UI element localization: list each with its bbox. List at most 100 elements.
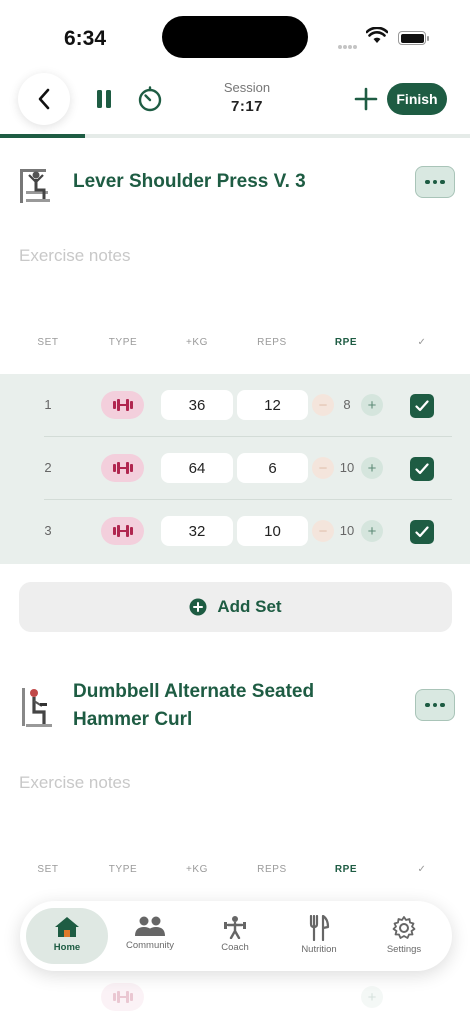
exercise-title[interactable]: Lever Shoulder Press V. 3	[73, 168, 306, 196]
set-complete-checkbox[interactable]	[410, 520, 434, 544]
session-label: Session	[223, 80, 271, 95]
exercise-title-line-1: Dumbbell Alternate Seated	[73, 681, 315, 702]
add-set-label: Add Set	[217, 597, 282, 616]
dumbbell-icon	[112, 991, 133, 1003]
stopwatch-icon	[138, 86, 162, 112]
wifi-icon	[365, 26, 389, 49]
tab-settings-label: Settings	[386, 944, 422, 955]
exercise-thumbnail[interactable]	[18, 684, 58, 727]
set-type-button[interactable]	[101, 983, 144, 1011]
chevron-left-icon	[38, 88, 50, 110]
exercise-more-button[interactable]	[415, 166, 455, 198]
checkmark-icon	[415, 400, 429, 412]
set-row: 1 36 12 − 8 +	[0, 374, 470, 437]
tab-home[interactable]: Home	[26, 908, 108, 964]
set-number[interactable]: 1	[38, 397, 58, 412]
set-complete-checkbox[interactable]	[410, 457, 434, 481]
tab-settings[interactable]: Settings	[363, 908, 445, 964]
exercise-notes-input[interactable]: Exercise notes	[19, 773, 131, 793]
workout-progress-fill	[0, 134, 85, 138]
rpe-decrement-button[interactable]: −	[312, 457, 334, 479]
back-button[interactable]	[18, 73, 70, 125]
col-rpe: RPE	[334, 337, 358, 348]
finish-button[interactable]: Finish	[387, 83, 447, 115]
tab-home-label: Home	[53, 942, 81, 953]
battery-icon	[398, 31, 429, 45]
dumbbell-icon	[112, 399, 133, 411]
exercise-title-line-2: Hammer Curl	[73, 709, 193, 730]
col-set: SET	[37, 864, 59, 875]
weight-input[interactable]: 36	[161, 390, 233, 420]
sets-table-header: SET TYPE +KG REPS RPE ✓	[0, 337, 470, 353]
add-set-button[interactable]: Add Set	[19, 582, 452, 632]
bottom-tab-bar: Home Community Coach Nutrition Settings	[20, 901, 452, 971]
set-number[interactable]: 2	[38, 460, 58, 475]
tab-nutrition-label: Nutrition	[301, 944, 337, 955]
plus-icon	[354, 87, 378, 111]
status-time: 6:34	[64, 27, 107, 50]
home-icon	[55, 917, 79, 937]
col-check: ✓	[417, 864, 427, 875]
tab-community[interactable]: Community	[109, 908, 191, 964]
col-reps: REPS	[257, 864, 287, 875]
nutrition-icon	[309, 915, 330, 941]
col-set: SET	[37, 337, 59, 348]
session-timer: 7:17	[230, 98, 264, 115]
reps-input[interactable]: 10	[237, 516, 308, 546]
dumbbell-icon	[112, 462, 133, 474]
rpe-decrement-button[interactable]: −	[312, 520, 334, 542]
col-type: TYPE	[108, 337, 138, 348]
col-rpe: RPE	[334, 864, 358, 875]
rpe-increment-button[interactable]: +	[361, 394, 383, 416]
rpe-value: 10	[339, 523, 355, 538]
col-kg: +KG	[185, 337, 209, 348]
settings-icon	[392, 916, 416, 939]
reps-input[interactable]: 6	[237, 453, 308, 483]
weight-input[interactable]: 32	[161, 516, 233, 546]
set-number[interactable]: 3	[38, 523, 58, 538]
exercise-more-button[interactable]	[415, 689, 455, 721]
tab-coach[interactable]: Coach	[194, 908, 276, 964]
rpe-increment-button[interactable]: +	[361, 986, 383, 1008]
weight-input[interactable]: 64	[161, 453, 233, 483]
set-type-button[interactable]	[101, 454, 144, 482]
rpe-decrement-button[interactable]: −	[312, 394, 334, 416]
rpe-increment-button[interactable]: +	[361, 457, 383, 479]
community-icon	[135, 916, 165, 936]
set-type-button[interactable]	[101, 391, 144, 419]
col-kg: +KG	[185, 864, 209, 875]
set-row-partial: +	[0, 980, 470, 1020]
cellular-signal-icon	[338, 36, 358, 54]
dynamic-island	[162, 16, 308, 58]
tab-community-label: Community	[125, 940, 175, 951]
checkmark-icon	[415, 463, 429, 475]
rpe-value: 8	[343, 397, 351, 412]
workout-header: Session 7:17 Finish	[0, 70, 470, 138]
col-check: ✓	[417, 337, 427, 348]
dumbbell-icon	[112, 525, 133, 537]
exercise-title[interactable]: Dumbbell Alternate Seated Hammer Curl	[73, 678, 314, 734]
rpe-increment-button[interactable]: +	[361, 520, 383, 542]
exercise-notes-input[interactable]: Exercise notes	[19, 246, 131, 266]
col-type: TYPE	[108, 864, 138, 875]
checkmark-icon	[415, 526, 429, 538]
plus-circle-icon	[189, 598, 207, 616]
exercise-thumbnail[interactable]	[18, 165, 58, 207]
pause-button[interactable]	[96, 89, 112, 114]
pause-icon	[97, 90, 111, 108]
col-reps: REPS	[257, 337, 287, 348]
workout-progress-bar	[0, 134, 470, 138]
sets-table-header: SET TYPE +KG REPS RPE ✓	[0, 864, 470, 880]
tab-coach-label: Coach	[221, 942, 249, 953]
add-exercise-button[interactable]	[354, 87, 378, 116]
coach-icon	[224, 916, 246, 939]
status-bar: 6:34	[0, 0, 470, 70]
set-type-button[interactable]	[101, 517, 144, 545]
set-row: 2 64 6 − 10 +	[0, 437, 470, 500]
reps-input[interactable]: 12	[237, 390, 308, 420]
session-info: Session 7:17	[197, 80, 297, 115]
set-complete-checkbox[interactable]	[410, 394, 434, 418]
tab-nutrition[interactable]: Nutrition	[278, 908, 360, 964]
rpe-value: 10	[339, 460, 355, 475]
rest-timer-button[interactable]	[137, 86, 163, 117]
